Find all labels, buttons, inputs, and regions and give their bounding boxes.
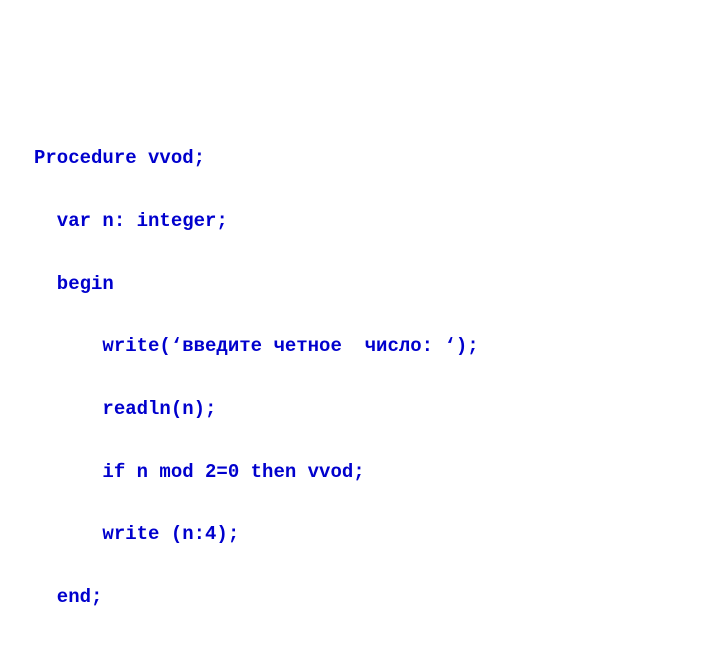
code-line: end; — [34, 582, 720, 613]
code-line: readln(n); — [34, 394, 720, 425]
code-line: begin — [34, 269, 720, 300]
code-line: Procedure vvod; — [34, 143, 720, 174]
code-line: var n: integer; — [34, 206, 720, 237]
code-line: if n mod 2=0 then vvod; — [34, 457, 720, 488]
code-line: write(‘введите четное число: ‘); — [34, 331, 720, 362]
code-line: write (n:4); — [34, 519, 720, 550]
code-block: Procedure vvod; var n: integer; begin wr… — [0, 0, 720, 645]
